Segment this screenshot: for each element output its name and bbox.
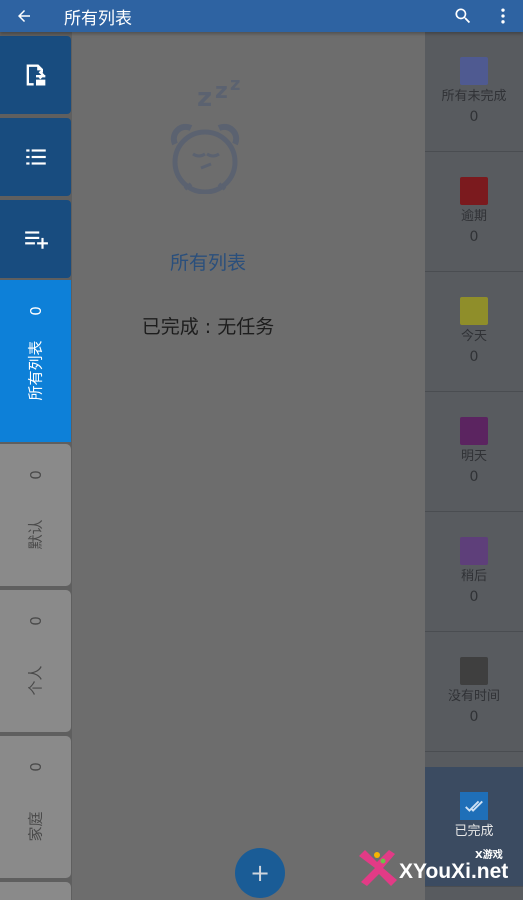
filter-color-swatch xyxy=(460,537,488,565)
svg-text:z: z xyxy=(230,74,240,95)
sleeping-alarm-clock-icon: z z z xyxy=(170,74,240,194)
status-value: 无任务 xyxy=(217,316,275,338)
import-button[interactable] xyxy=(0,36,71,114)
filter-today[interactable]: 今天 0 xyxy=(425,272,523,392)
empty-state-title: 所有列表 xyxy=(169,252,246,274)
filter-count: 0 xyxy=(469,109,479,125)
filter-color-swatch xyxy=(460,57,488,85)
add-list-button[interactable] xyxy=(0,200,71,278)
watermark-logo: XYouXi.net X游戏 xyxy=(345,842,523,900)
filter-label: 没有时间 xyxy=(447,689,500,704)
lists-button[interactable] xyxy=(0,118,71,196)
filter-panel: 所有未完成 0 逾期 0 今天 0 明天 0 稍后 0 没有时间 0 已完成 xyxy=(425,32,523,900)
empty-state-status: 已完成 : 无任务 xyxy=(72,312,344,339)
tab-label: 家庭 xyxy=(26,811,45,842)
filter-all-incomplete[interactable]: 所有未完成 0 xyxy=(425,32,523,152)
main-content: z z z 所有列表 已完成 : 无任务 + xyxy=(72,32,425,900)
search-icon xyxy=(455,8,471,24)
back-arrow-icon xyxy=(18,10,30,22)
filter-count: 0 xyxy=(469,469,479,485)
list-rail: 0 所有列表 0 默认 0 个人 0 家庭 xyxy=(0,32,72,900)
tab-personal[interactable]: 0 个人 xyxy=(0,590,71,732)
tab-all-lists[interactable]: 0 所有列表 xyxy=(0,280,71,442)
gamepad-logo-icon xyxy=(359,850,397,886)
tab-family[interactable]: 0 家庭 xyxy=(0,736,71,878)
playlist-add-icon xyxy=(24,231,48,249)
watermark-subtext: X游戏 xyxy=(475,850,503,861)
import-icon xyxy=(26,64,45,86)
status-separator: : xyxy=(198,316,218,338)
page-title: 所有列表 xyxy=(64,8,132,29)
svg-text:z: z xyxy=(215,79,228,104)
list-icon xyxy=(25,149,46,165)
filter-label: 稍后 xyxy=(460,569,487,584)
filter-count: 0 xyxy=(469,349,479,365)
tab-count: 0 xyxy=(26,762,45,772)
more-options-button[interactable] xyxy=(483,0,523,32)
filter-color-swatch xyxy=(460,417,488,445)
filter-label: 逾期 xyxy=(460,209,487,224)
add-task-fab[interactable]: + xyxy=(235,848,285,898)
search-button[interactable] xyxy=(443,0,483,32)
done-all-icon xyxy=(460,792,488,820)
filter-color-swatch xyxy=(460,177,488,205)
tab-label: 默认 xyxy=(26,519,45,550)
tab-label: 所有列表 xyxy=(26,340,45,401)
filter-count: 0 xyxy=(469,709,479,725)
svg-text:z: z xyxy=(197,83,212,113)
filter-label: 明天 xyxy=(460,449,487,464)
filter-no-time[interactable]: 没有时间 0 xyxy=(425,632,523,752)
tab-count: 0 xyxy=(26,306,45,316)
back-button[interactable] xyxy=(0,0,48,32)
app-bar: 所有列表 xyxy=(0,0,523,32)
tab-default[interactable]: 0 默认 xyxy=(0,444,71,586)
filter-color-swatch xyxy=(460,297,488,325)
more-vert-icon xyxy=(501,8,505,24)
filter-color-swatch xyxy=(460,657,488,685)
tab-label: 个人 xyxy=(26,665,45,696)
tab-more[interactable] xyxy=(0,882,71,900)
filter-overdue[interactable]: 逾期 0 xyxy=(425,152,523,272)
tab-count: 0 xyxy=(26,470,45,480)
filter-label: 所有未完成 xyxy=(441,89,507,104)
filter-count: 0 xyxy=(469,589,479,605)
filter-count: 0 xyxy=(469,229,479,245)
filter-later[interactable]: 稍后 0 xyxy=(425,512,523,632)
filter-label: 已完成 xyxy=(454,824,494,839)
filter-tomorrow[interactable]: 明天 0 xyxy=(425,392,523,512)
watermark-text: XYouXi.net xyxy=(399,860,509,883)
status-label: 已完成 xyxy=(141,316,199,338)
filter-label: 今天 xyxy=(460,329,487,344)
tab-count: 0 xyxy=(26,616,45,626)
